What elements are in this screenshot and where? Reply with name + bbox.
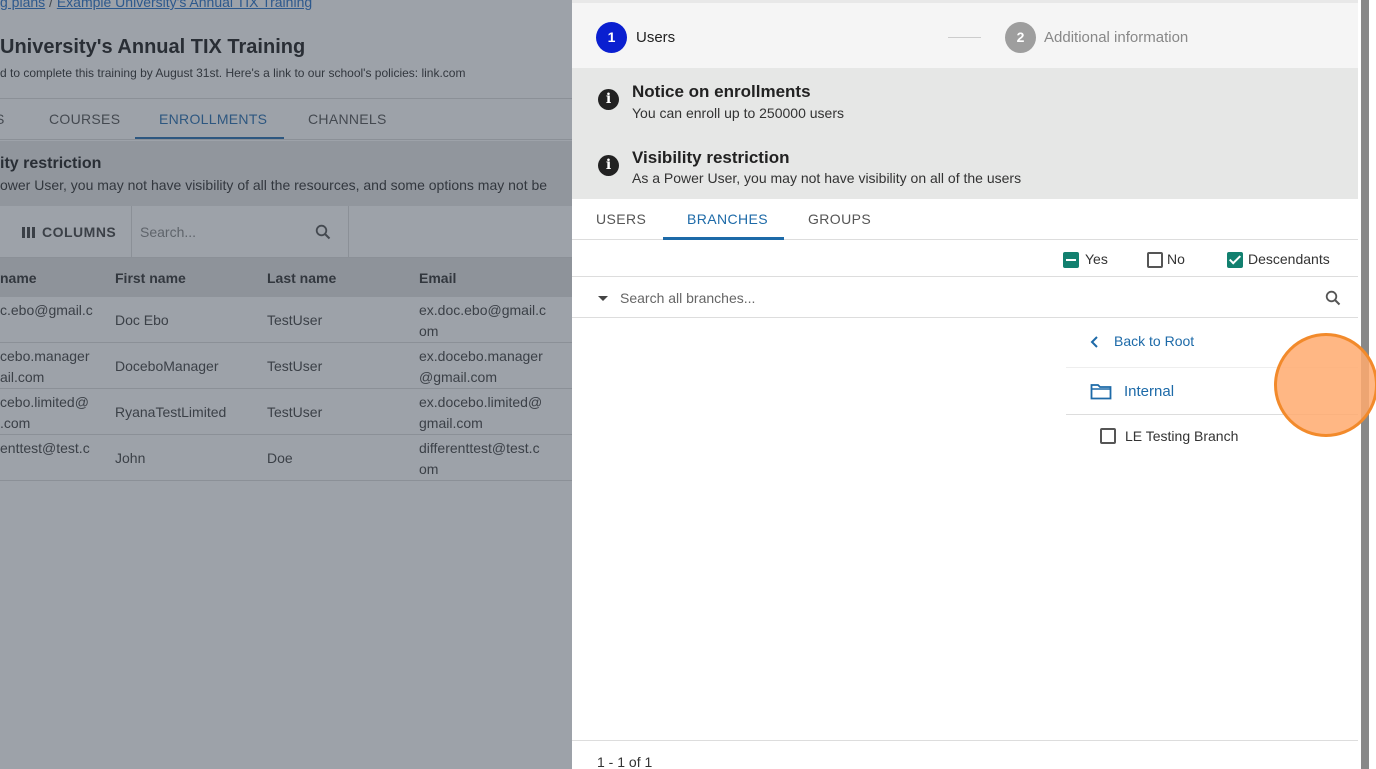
- search-icon[interactable]: [1325, 290, 1341, 306]
- folder-label: Internal: [1124, 383, 1175, 400]
- pagination-text: 1 - 1 of 1: [597, 754, 653, 769]
- descendants-checkbox[interactable]: [1227, 252, 1243, 268]
- branch-search-input[interactable]: [620, 285, 1310, 311]
- folder-icon: [1090, 384, 1112, 400]
- tab-branches[interactable]: BRANCHES: [687, 211, 768, 227]
- branch-checkbox[interactable]: [1100, 428, 1116, 444]
- enrollment-notice-text: You can enroll up to 250000 users: [632, 105, 844, 121]
- step-2-label: Additional information: [1044, 29, 1189, 46]
- drawer-tabs: USERS BRANCHES GROUPS: [572, 199, 1358, 240]
- visibility-notice-title: Visibility restriction: [632, 148, 790, 167]
- stepper: 1 Users 2 Additional information: [572, 0, 1358, 68]
- notices: i Notice on enrollments You can enroll u…: [572, 68, 1358, 199]
- no-label: No: [1167, 251, 1185, 267]
- back-to-root-label: Back to Root: [1114, 333, 1195, 349]
- info-icon: i: [598, 155, 619, 176]
- branch-item-label: LE Testing Branch: [1125, 428, 1239, 444]
- branch-search: [572, 277, 1358, 318]
- no-checkbox[interactable]: [1147, 252, 1163, 268]
- branch-filters: Yes No Descendants: [572, 240, 1358, 277]
- info-icon: i: [598, 89, 619, 110]
- yes-label: Yes: [1085, 251, 1108, 267]
- step-connector: [948, 37, 981, 38]
- step-1-indicator: 1: [596, 22, 627, 53]
- yes-checkbox[interactable]: [1063, 252, 1079, 268]
- step-2-indicator: 2: [1005, 22, 1036, 53]
- visibility-notice-text: As a Power User, you may not have visibi…: [632, 170, 1022, 186]
- enrollment-notice-title: Notice on enrollments: [632, 82, 811, 101]
- pagination: 1 - 1 of 1: [572, 740, 1358, 769]
- chevron-left-icon: [1090, 336, 1098, 348]
- descendants-label: Descendants: [1248, 251, 1330, 267]
- tab-groups[interactable]: GROUPS: [808, 211, 871, 227]
- caret-down-icon[interactable]: [598, 296, 608, 301]
- enrollment-drawer: 1 Users 2 Additional information i Notic…: [572, 0, 1358, 769]
- click-indicator: [1274, 333, 1376, 437]
- tab-users[interactable]: USERS: [596, 211, 646, 227]
- step-1-label: Users: [636, 29, 676, 46]
